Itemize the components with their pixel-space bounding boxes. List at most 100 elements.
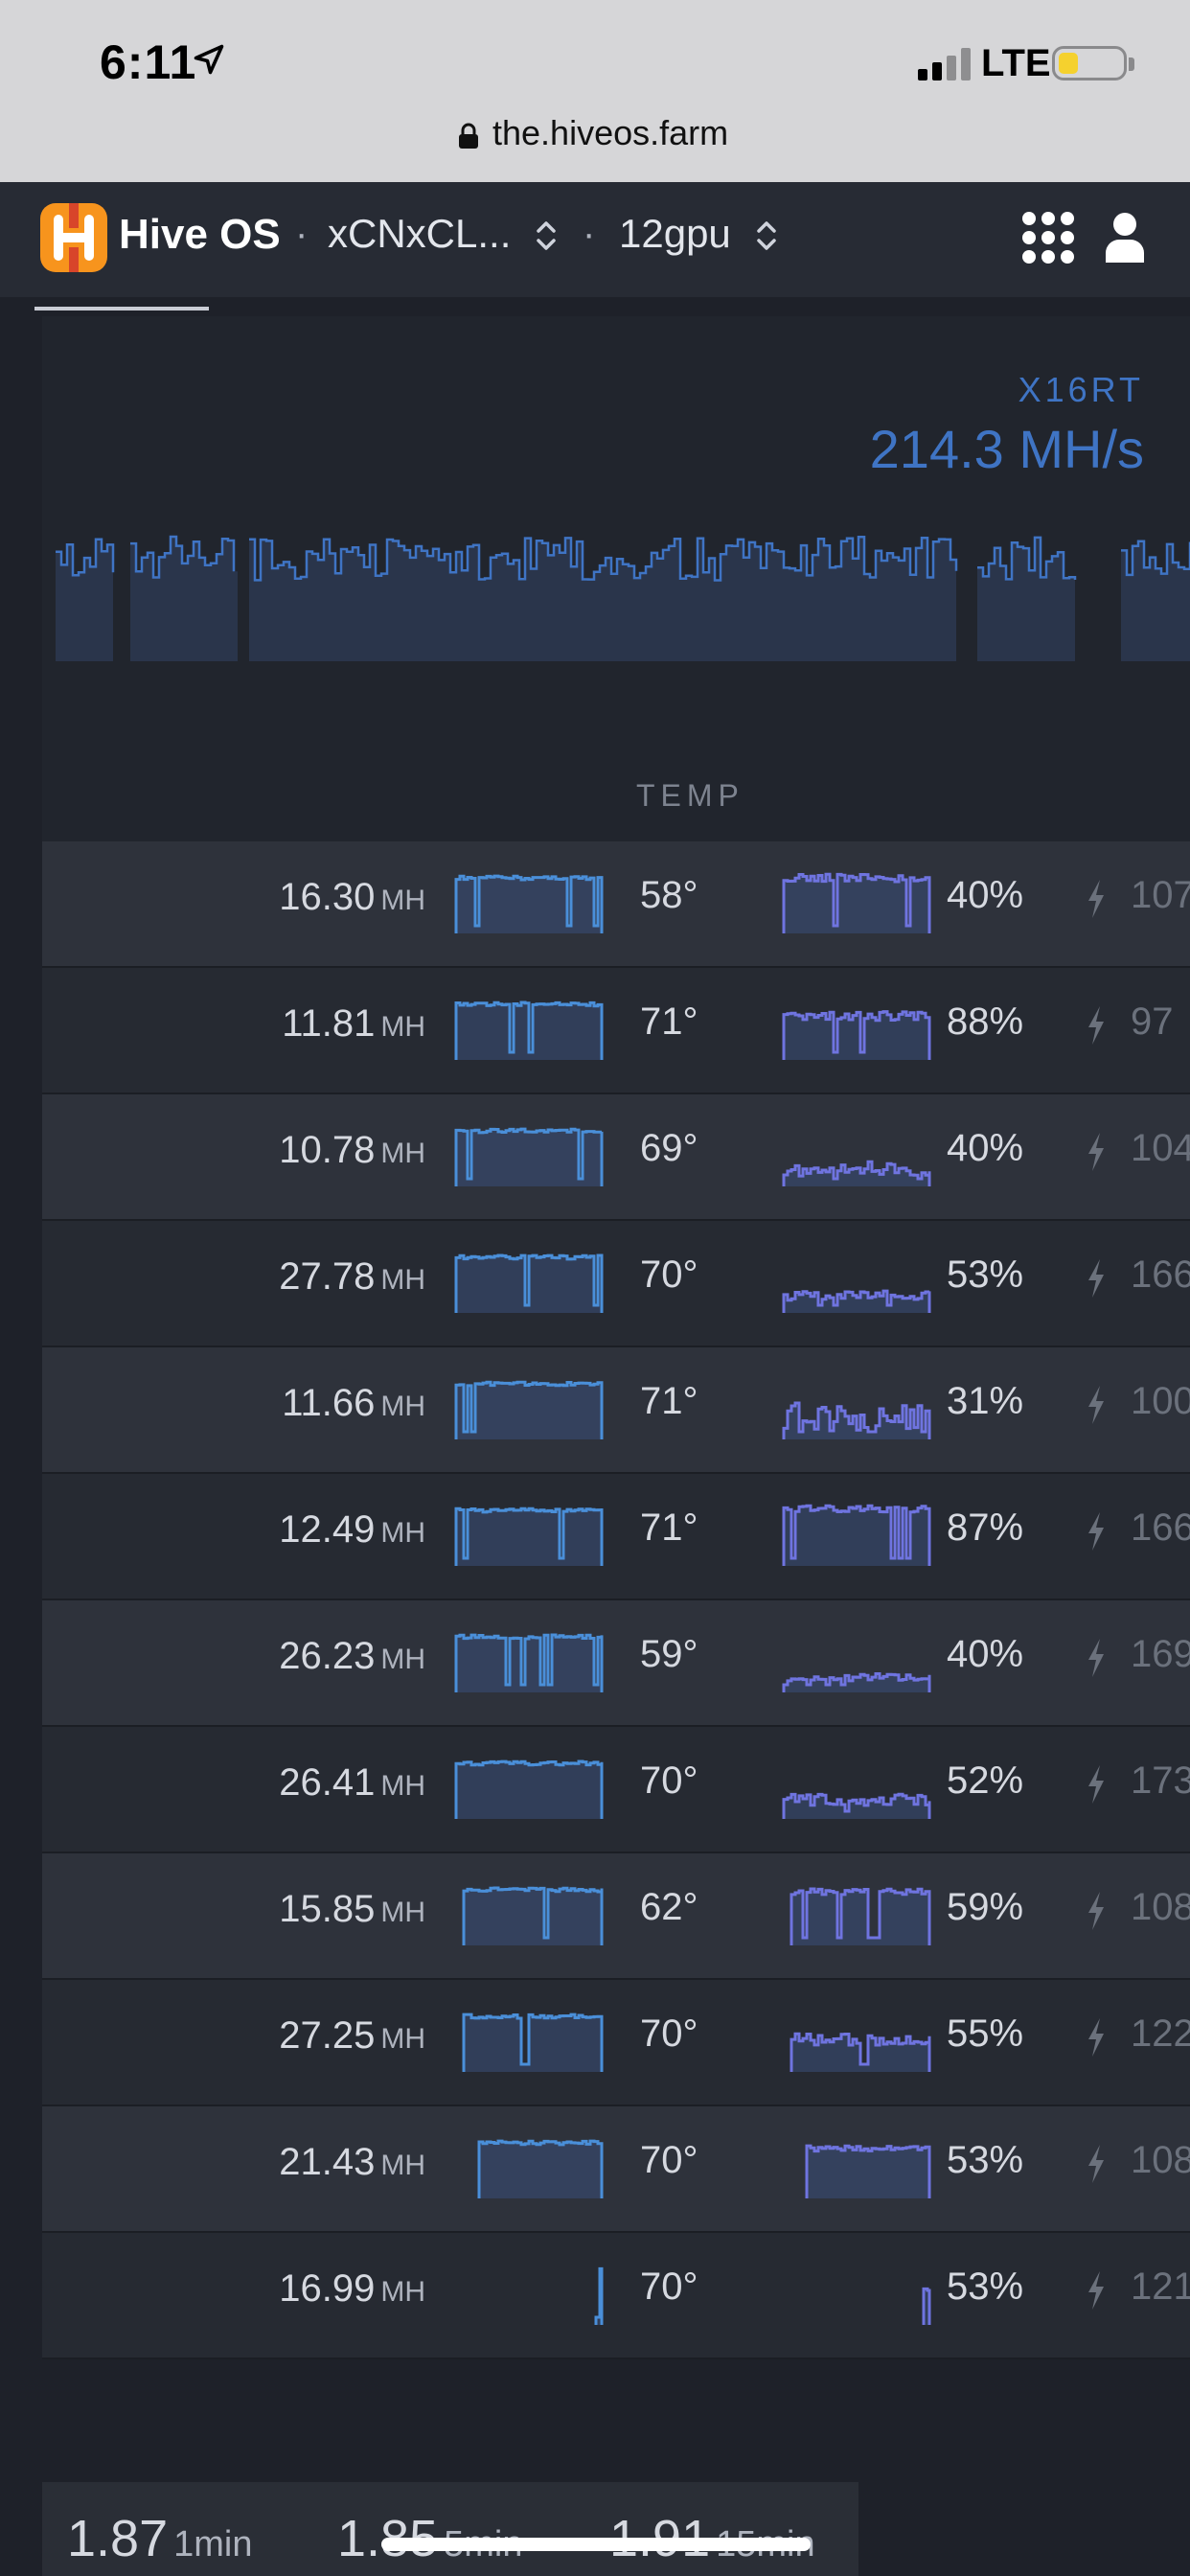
- power-bolt-icon: [1088, 2018, 1104, 2057]
- home-indicator: [381, 2538, 811, 2551]
- gpu-power: 166: [1131, 1254, 1190, 1296]
- gpu-power: 169: [1131, 1633, 1190, 1675]
- header-separator: ·: [295, 213, 309, 255]
- gpu-temp: 70°: [640, 2266, 698, 2308]
- gpu-hashrate: 27.25 MH: [279, 2014, 425, 2057]
- gpu-power: 122: [1131, 2012, 1190, 2055]
- fan-sparkline: [790, 1887, 931, 1945]
- temp-sparkline: [454, 1254, 604, 1313]
- ios-status-bar: [0, 0, 1190, 182]
- gpu-row[interactable]: 12.49 MH 71° 87% 166: [42, 1474, 1190, 1600]
- temp-sparkline: [454, 1760, 604, 1819]
- apps-grid-icon[interactable]: [1021, 211, 1075, 264]
- farm-selector[interactable]: xCNxCL...: [328, 211, 511, 257]
- gpu-temp: 70°: [640, 2012, 698, 2055]
- power-bolt-icon: [1088, 1006, 1104, 1045]
- gpu-power: 107: [1131, 874, 1190, 916]
- fan-sparkline: [805, 2144, 931, 2198]
- power-bolt-icon: [1088, 1133, 1104, 1171]
- gpu-row[interactable]: 11.81 MH 71° 88% 97: [42, 968, 1190, 1094]
- temp-sparkline: [462, 2012, 604, 2072]
- gpu-hashrate: 10.78 MH: [279, 1129, 425, 1171]
- updown-chevron-icon[interactable]: [753, 217, 780, 255]
- brand-name[interactable]: Hive OS: [119, 211, 281, 259]
- fan-sparkline: [782, 1010, 931, 1060]
- fan-sparkline: [782, 1672, 931, 1692]
- gpu-row[interactable]: 16.99 MH 70° 53% 121: [42, 2233, 1190, 2359]
- gpu-fan: 59%: [947, 1886, 1024, 1928]
- gpu-row[interactable]: 10.78 MH 69° 40% 104: [42, 1094, 1190, 1221]
- gpu-table: 16.30 MH 58° 40% 107 11.81 MH 71° 88% 97 1…: [42, 841, 1190, 2359]
- gpu-temp: 70°: [640, 1254, 698, 1296]
- fan-sparkline: [782, 1792, 931, 1819]
- gpu-temp: 58°: [640, 874, 698, 916]
- gpu-hashrate: 16.99 MH: [279, 2267, 425, 2310]
- gpu-power: 108: [1131, 1886, 1190, 1928]
- temp-sparkline: [477, 2139, 604, 2198]
- gpu-hashrate: 27.78 MH: [279, 1255, 425, 1298]
- power-bolt-icon: [1088, 1892, 1104, 1930]
- updown-chevron-icon[interactable]: [533, 217, 560, 255]
- gpu-row[interactable]: 16.30 MH 58° 40% 107: [42, 841, 1190, 968]
- gpu-power: 100: [1131, 1380, 1190, 1422]
- fan-sparkline: [782, 872, 931, 933]
- temp-column-header: TEMP: [636, 778, 744, 813]
- gpu-temp: 70°: [640, 2139, 698, 2181]
- hashrate-history-chart: [56, 535, 1190, 661]
- gpu-temp: 69°: [640, 1127, 698, 1169]
- worker-selector[interactable]: 12gpu: [619, 211, 731, 257]
- gpu-row[interactable]: 11.66 MH 71° 31% 100: [42, 1347, 1190, 1474]
- temp-sparkline: [454, 1633, 604, 1692]
- gpu-hashrate: 21.43 MH: [279, 2141, 425, 2183]
- gpu-power: 104: [1131, 1127, 1190, 1169]
- hive-logo-icon: [40, 203, 107, 272]
- status-time: 6:11: [100, 35, 197, 89]
- fan-sparkline: [922, 2287, 931, 2325]
- gpu-hashrate: 26.23 MH: [279, 1635, 425, 1677]
- gpu-fan: 53%: [947, 2266, 1024, 2308]
- app-header: Hive OS · xCNxCL... · 12gpu: [0, 182, 1190, 297]
- gpu-row[interactable]: 21.43 MH 70° 53% 108: [42, 2106, 1190, 2233]
- temp-sparkline: [454, 874, 604, 933]
- user-account-icon[interactable]: [1104, 211, 1146, 264]
- gpu-temp: 71°: [640, 1000, 698, 1043]
- temp-sparkline: [454, 1506, 604, 1566]
- gpu-fan: 40%: [947, 1127, 1024, 1169]
- power-bolt-icon: [1088, 1259, 1104, 1298]
- power-bolt-icon: [1088, 1639, 1104, 1677]
- lock-icon: [459, 123, 478, 149]
- gpu-row[interactable]: 15.85 MH 62° 59% 108: [42, 1853, 1190, 1980]
- gpu-hashrate: 15.85 MH: [279, 1888, 425, 1930]
- temp-sparkline: [454, 1000, 604, 1060]
- gpu-row[interactable]: 26.41 MH 70° 52% 173: [42, 1727, 1190, 1853]
- url-text[interactable]: the.hiveos.farm: [492, 113, 728, 153]
- gpu-fan: 40%: [947, 874, 1024, 916]
- gpu-row[interactable]: 27.25 MH 70° 55% 122: [42, 1980, 1190, 2106]
- miner-total-hashrate: 214.3 MH/s: [869, 419, 1144, 479]
- fan-sparkline: [782, 1160, 931, 1186]
- gpu-hashrate: 16.30 MH: [279, 876, 425, 918]
- gpu-temp: 62°: [640, 1886, 698, 1928]
- gpu-fan: 87%: [947, 1506, 1024, 1549]
- temp-sparkline: [462, 1886, 604, 1945]
- gpu-power: 173: [1131, 1760, 1190, 1802]
- gpu-hashrate: 12.49 MH: [279, 1508, 425, 1551]
- gpu-power: 121: [1131, 2266, 1190, 2308]
- gpu-hashrate: 11.66 MH: [282, 1382, 425, 1424]
- gpu-temp: 59°: [640, 1633, 698, 1675]
- temp-sparkline: [454, 1127, 604, 1186]
- gpu-power: 166: [1131, 1506, 1190, 1549]
- active-tab-indicator: [34, 307, 209, 310]
- gpu-fan: 88%: [947, 1000, 1024, 1043]
- power-bolt-icon: [1088, 1765, 1104, 1804]
- gpu-power: 97: [1131, 1000, 1174, 1043]
- temp-sparkline: [594, 2266, 604, 2325]
- power-bolt-icon: [1088, 880, 1104, 918]
- fan-sparkline: [782, 1401, 931, 1439]
- load-average-1min: 1.87 1min: [67, 2510, 253, 2567]
- gpu-hashrate: 26.41 MH: [279, 1761, 425, 1804]
- gpu-hashrate: 11.81 MH: [282, 1002, 425, 1045]
- gpu-row[interactable]: 26.23 MH 59° 40% 169: [42, 1600, 1190, 1727]
- power-bolt-icon: [1088, 2145, 1104, 2183]
- gpu-row[interactable]: 27.78 MH 70° 53% 166: [42, 1221, 1190, 1347]
